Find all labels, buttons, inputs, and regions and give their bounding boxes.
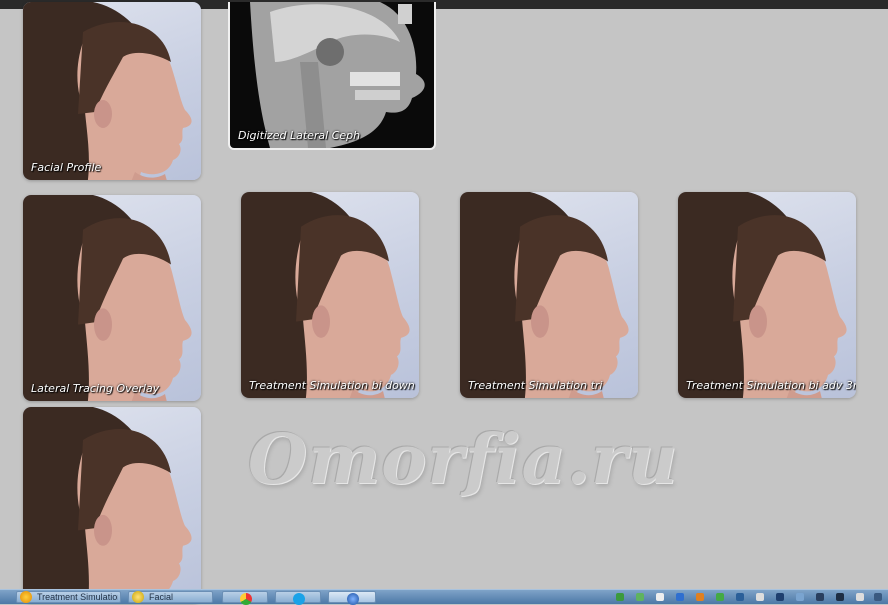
face-photo xyxy=(241,192,410,398)
skype-icon xyxy=(293,593,305,605)
treatment-simulation-tri-thumbnail[interactable]: Treatment Simulation tri xyxy=(460,192,638,398)
thumbnail-caption: Facial Profile xyxy=(31,161,102,174)
tray-volume-icon[interactable] xyxy=(816,593,824,601)
tray-network-icon[interactable] xyxy=(616,593,624,601)
app-icon xyxy=(132,591,144,603)
tray-icon[interactable] xyxy=(856,593,864,601)
tray-icon[interactable] xyxy=(874,593,882,601)
tray-icon[interactable] xyxy=(776,593,784,601)
taskbar-button-label: Treatment Simulation xyxy=(37,592,118,602)
face-photo xyxy=(678,192,847,398)
app-icon xyxy=(347,593,359,605)
taskbar-button-skype[interactable] xyxy=(275,591,321,605)
treatment-simulation-bi-adv-thumbnail[interactable]: Treatment Simulation bi adv 3m xyxy=(678,192,856,398)
thumbnail-caption: Lateral Tracing Overlay xyxy=(31,382,160,395)
facial-profile-thumbnail[interactable]: Facial Profile xyxy=(23,2,201,180)
lateral-ceph-thumbnail[interactable]: Digitized Lateral Ceph xyxy=(228,2,436,150)
tray-icon[interactable] xyxy=(836,593,844,601)
lateral-tracing-overlay-thumbnail[interactable]: Lateral Tracing Overlay xyxy=(23,195,201,401)
ie-icon xyxy=(20,591,32,603)
watermark: Omorfia.ru xyxy=(248,420,679,500)
thumbnail-caption: Treatment Simulation bi adv 3m xyxy=(686,379,856,392)
tray-icon[interactable] xyxy=(636,593,644,601)
thumbnail-caption: Treatment Simulation tri xyxy=(468,379,603,392)
thumbnail-caption: Digitized Lateral Ceph xyxy=(238,129,361,142)
taskbar-button-active-app[interactable] xyxy=(328,591,376,605)
taskbar-button-chrome[interactable] xyxy=(222,591,268,605)
face-photo xyxy=(23,407,192,603)
taskbar-button-label: Facial xyxy=(149,592,174,602)
treatment-simulation-bi-down-thumbnail[interactable]: Treatment Simulation bi down xyxy=(241,192,419,398)
face-photo xyxy=(23,2,192,180)
taskbar-button-treatment[interactable]: Treatment Simulation xyxy=(16,591,121,603)
face-photo xyxy=(460,192,629,398)
profile-thumbnail-extra[interactable] xyxy=(23,407,201,603)
tray-icon[interactable] xyxy=(736,593,744,601)
taskbar-button-facial[interactable]: Facial xyxy=(128,591,213,603)
tray-icon[interactable] xyxy=(656,593,664,601)
tray-icon[interactable] xyxy=(696,593,704,601)
xray-image xyxy=(250,2,425,148)
tray-icon[interactable] xyxy=(756,593,764,601)
taskbar: Treatment Simulation Facial xyxy=(0,589,888,605)
chrome-icon xyxy=(240,593,252,605)
tray-icon[interactable] xyxy=(716,593,724,601)
tray-icon[interactable] xyxy=(796,593,804,601)
thumbnail-caption: Treatment Simulation bi down xyxy=(249,379,415,392)
face-photo xyxy=(23,195,192,401)
tray-icon[interactable] xyxy=(676,593,684,601)
